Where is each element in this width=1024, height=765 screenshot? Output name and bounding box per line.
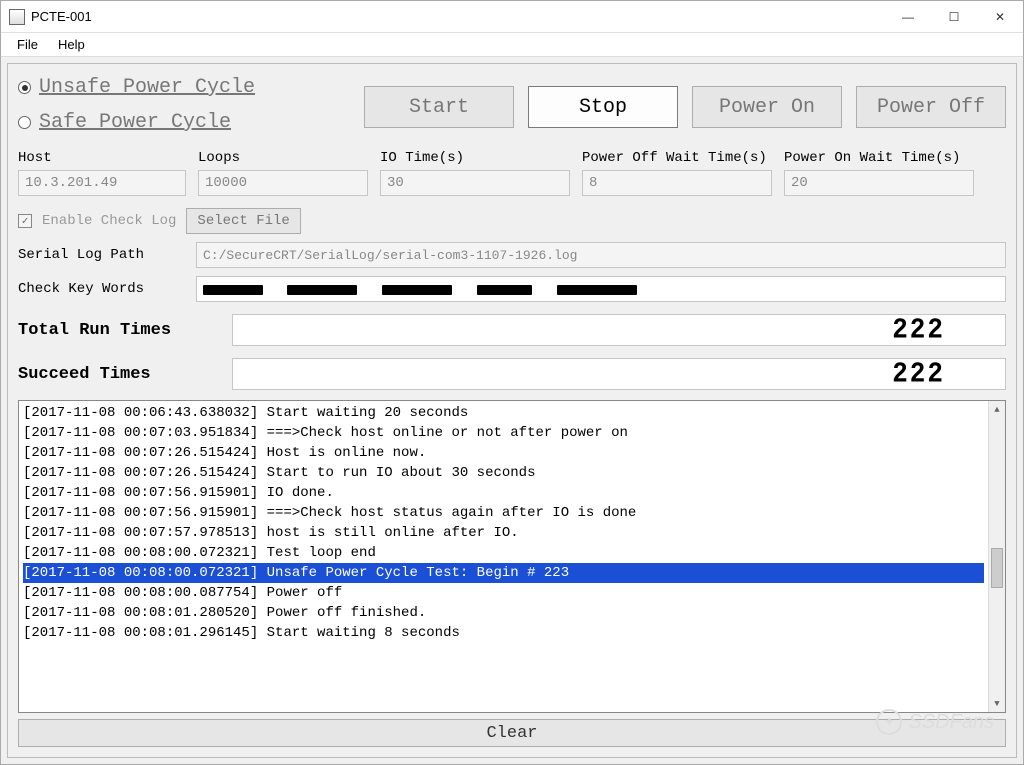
succeed-label: Succeed Times [18, 365, 218, 384]
succeed-row: Succeed Times 222 [18, 358, 1006, 390]
host-input[interactable] [18, 170, 186, 196]
close-button[interactable]: ✕ [977, 1, 1023, 32]
window-title: PCTE-001 [31, 9, 885, 24]
scroll-up-icon[interactable]: ▲ [989, 401, 1005, 418]
serial-log-label: Serial Log Path [18, 247, 186, 263]
pon-wait-input[interactable] [784, 170, 974, 196]
window-controls: — ☐ ✕ [885, 1, 1023, 32]
checklog-row: Enable Check Log Select File [18, 208, 1006, 234]
menu-help[interactable]: Help [48, 35, 95, 54]
power-off-button[interactable]: Power Off [856, 86, 1006, 128]
log-line[interactable]: [2017-11-08 00:08:00.072321] Unsafe Powe… [23, 563, 984, 583]
log-line[interactable]: [2017-11-08 00:08:01.280520] Power off f… [23, 603, 984, 623]
log-line[interactable]: [2017-11-08 00:08:00.072321] Test loop e… [23, 543, 984, 563]
content-panel: Unsafe Power Cycle Safe Power Cycle Star… [7, 63, 1017, 758]
scroll-thumb[interactable] [991, 548, 1003, 588]
select-file-button[interactable]: Select File [186, 208, 300, 234]
log-line[interactable]: [2017-11-08 00:07:03.951834] ===>Check h… [23, 423, 984, 443]
total-run-value: 222 [232, 314, 1006, 346]
maximize-button[interactable]: ☐ [931, 1, 977, 32]
clear-button[interactable]: Clear [18, 719, 1006, 747]
titlebar: PCTE-001 — ☐ ✕ [1, 1, 1023, 33]
log-line[interactable]: [2017-11-08 00:07:56.915901] IO done. [23, 483, 984, 503]
menu-file[interactable]: File [7, 35, 48, 54]
start-button[interactable]: Start [364, 86, 514, 128]
menubar: File Help [1, 33, 1023, 57]
enable-checklog-label: Enable Check Log [42, 213, 176, 229]
host-label: Host [18, 150, 186, 166]
log-line[interactable]: [2017-11-08 00:07:57.978513] host is sti… [23, 523, 984, 543]
log-line[interactable]: [2017-11-08 00:07:56.915901] ===>Check h… [23, 503, 984, 523]
keywords-label: Check Key Words [18, 281, 186, 297]
log-line[interactable]: [2017-11-08 00:08:00.087754] Power off [23, 583, 984, 603]
log-line[interactable]: [2017-11-08 00:06:43.638032] Start waiti… [23, 403, 984, 423]
action-buttons: Start Stop Power On Power Off [318, 86, 1006, 128]
loops-label: Loops [198, 150, 368, 166]
minimize-button[interactable]: — [885, 1, 931, 32]
io-time-label: IO Time(s) [380, 150, 570, 166]
scroll-down-icon[interactable]: ▼ [989, 695, 1005, 712]
poff-wait-input[interactable] [582, 170, 772, 196]
radio-safe[interactable]: Safe Power Cycle [18, 111, 318, 134]
top-row: Unsafe Power Cycle Safe Power Cycle Star… [18, 70, 1006, 144]
enable-checklog-checkbox[interactable] [18, 214, 32, 228]
radio-unsafe[interactable]: Unsafe Power Cycle [18, 76, 318, 99]
param-row: Host Loops IO Time(s) Power Off Wait Tim… [18, 150, 1006, 196]
log-line[interactable]: [2017-11-08 00:07:26.515424] Host is onl… [23, 443, 984, 463]
poff-wait-label: Power Off Wait Time(s) [582, 150, 772, 166]
serial-log-row: Serial Log Path [18, 242, 1006, 268]
radio-safe-label: Safe Power Cycle [39, 111, 231, 134]
succeed-value: 222 [232, 358, 1006, 390]
total-run-row: Total Run Times 222 [18, 314, 1006, 346]
mode-selector: Unsafe Power Cycle Safe Power Cycle [18, 70, 318, 144]
keywords-input[interactable] [196, 276, 1006, 302]
stop-button[interactable]: Stop [528, 86, 678, 128]
io-time-input[interactable] [380, 170, 570, 196]
log-scrollbar[interactable]: ▲ ▼ [988, 401, 1005, 712]
app-icon [9, 9, 25, 25]
pon-wait-label: Power On Wait Time(s) [784, 150, 974, 166]
power-on-button[interactable]: Power On [692, 86, 842, 128]
total-run-label: Total Run Times [18, 321, 218, 340]
radio-unsafe-dot [18, 81, 31, 94]
log-line[interactable]: [2017-11-08 00:08:01.296145] Start waiti… [23, 623, 984, 643]
log-output[interactable]: [2017-11-08 00:06:43.638032] Start waiti… [18, 400, 1006, 713]
radio-safe-dot [18, 116, 31, 129]
loops-input[interactable] [198, 170, 368, 196]
log-line[interactable]: [2017-11-08 00:07:26.515424] Start to ru… [23, 463, 984, 483]
app-window: PCTE-001 — ☐ ✕ File Help Unsafe Power Cy… [0, 0, 1024, 765]
serial-log-path-input[interactable] [196, 242, 1006, 268]
radio-unsafe-label: Unsafe Power Cycle [39, 76, 255, 99]
keywords-row: Check Key Words [18, 276, 1006, 302]
